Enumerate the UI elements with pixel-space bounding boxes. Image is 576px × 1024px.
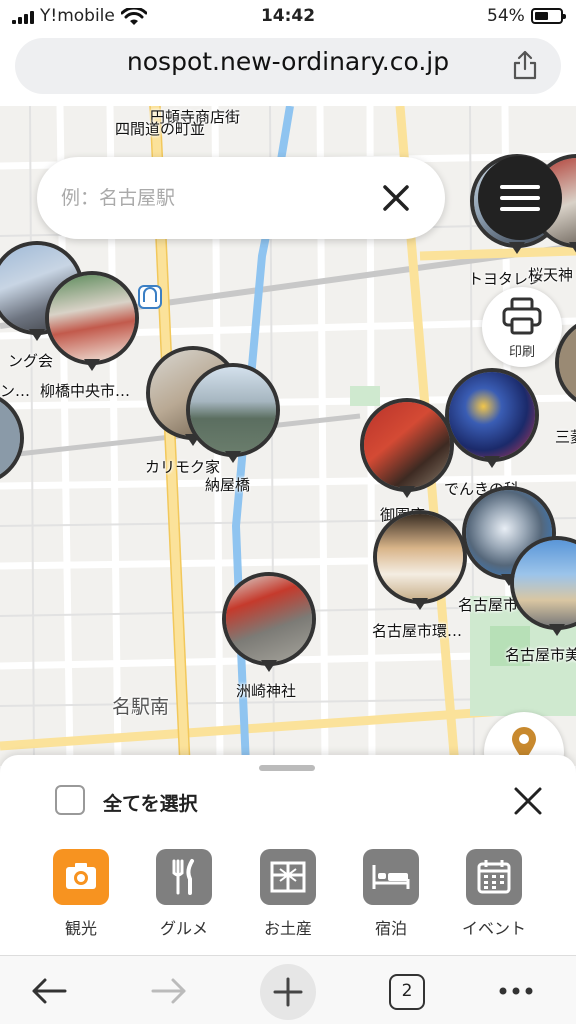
category-lodging[interactable]: 宿泊 (351, 849, 431, 939)
category-label: 宿泊 (374, 919, 407, 938)
gift-icon (260, 849, 316, 905)
search-box (37, 157, 445, 239)
map-label: 桜天神 (528, 266, 574, 284)
category-event[interactable]: イベント (454, 849, 534, 939)
map-pin[interactable] (510, 536, 576, 642)
map-pin[interactable] (445, 368, 539, 474)
share-icon[interactable] (512, 50, 538, 80)
map-label: 名古屋市環… (372, 622, 463, 640)
map-pin[interactable] (360, 398, 454, 504)
calendar-icon (466, 849, 522, 905)
map-pin[interactable] (45, 271, 139, 377)
map-label: 洲崎神社 (236, 682, 297, 700)
category-sightseeing[interactable]: 観光 (41, 849, 121, 939)
map-pin[interactable] (222, 572, 316, 678)
map-label: 三菱 (555, 428, 576, 446)
print-label: 印刷 (508, 345, 535, 360)
search-input[interactable] (61, 179, 361, 217)
tab-count[interactable]: 2 (389, 974, 425, 1010)
map-label: 名古屋市美 (505, 646, 576, 664)
map-label: 柳橋中央市… (40, 382, 131, 400)
plus-icon (273, 977, 303, 1007)
map-pin[interactable] (186, 363, 280, 469)
app: Y!mobile 14:42 54% nospot.new-ordinary.c… (0, 0, 576, 1024)
browser-toolbar: 2 (0, 955, 576, 1024)
map-pin[interactable] (373, 510, 467, 616)
menu-button[interactable] (478, 156, 562, 240)
clear-search-icon[interactable] (381, 183, 411, 213)
battery-percent: 54% (487, 6, 525, 26)
category-label: グルメ (159, 919, 208, 938)
more-icon[interactable] (498, 986, 534, 996)
category-souvenir[interactable]: お土産 (248, 849, 328, 939)
camera-icon (53, 849, 109, 905)
battery-icon (531, 8, 566, 24)
select-all-checkbox[interactable] (55, 785, 85, 815)
status-bar: Y!mobile 14:42 54% (0, 0, 576, 34)
select-all-label[interactable]: 全てを選択 (103, 789, 198, 816)
back-icon[interactable] (30, 976, 68, 1006)
forward-icon[interactable] (150, 976, 188, 1006)
print-button[interactable]: 印刷 (482, 287, 562, 367)
category-gourmet[interactable]: グルメ (144, 849, 224, 939)
category-label: 観光 (64, 919, 97, 938)
drag-handle[interactable] (259, 765, 315, 771)
fork-knife-icon (156, 849, 212, 905)
map-label: 納屋橋 (205, 476, 251, 494)
map-pin[interactable] (0, 391, 24, 497)
map-label: 四間道の町並 (115, 120, 206, 138)
url-text[interactable]: nospot.new-ordinary.co.jp (0, 47, 576, 76)
category-label: イベント (461, 919, 526, 938)
category-panel: 全てを選択 観光 グルメ お土産 宿泊 イベント (0, 755, 576, 955)
map-label: 名駅南 (112, 696, 170, 718)
category-label: お土産 (263, 919, 312, 938)
bed-icon (363, 849, 419, 905)
printer-icon (502, 297, 542, 335)
browser-header: nospot.new-ordinary.co.jp (0, 34, 576, 106)
new-tab-button[interactable] (260, 964, 316, 1020)
close-icon[interactable] (512, 785, 544, 817)
